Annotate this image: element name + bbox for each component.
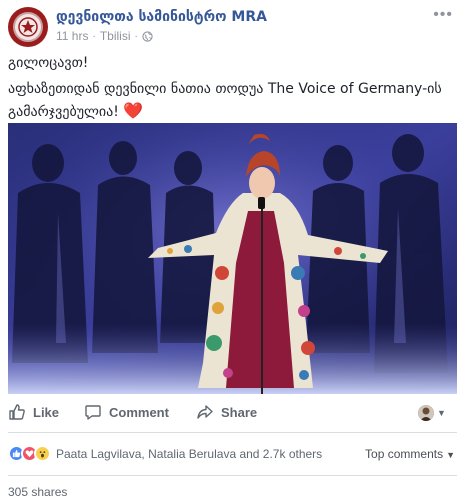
wow-reaction-icon [34,445,51,462]
comment-button[interactable]: Comment [84,403,169,421]
post-location[interactable]: Tbilisi [100,29,131,43]
singer-stage-photo [8,123,457,394]
page-name-link[interactable]: დევნილთა სამინისტრო MRA [56,9,267,25]
post-greeting: გილოცავთ! [8,55,89,71]
page-avatar[interactable] [8,7,48,47]
facebook-post: დევნილთა სამინისტრო MRA 11 hrs · Tbilisi… [0,0,465,502]
share-label: Share [221,404,258,420]
comment-icon [85,405,101,420]
share-button[interactable]: Share [196,403,257,421]
reactions-names[interactable]: Paata Lagvilava, Natalia Berulava and 2.… [56,447,322,461]
post-as-selector[interactable]: ▼ [418,405,446,421]
share-arrow-icon [197,405,213,419]
like-label: Like [33,404,60,420]
post-body-line2: გამარჯვებულია! [8,104,119,120]
comment-label: Comment [109,404,169,420]
shares-count[interactable]: 305 shares [8,485,67,499]
more-options-icon[interactable]: ••• [433,6,453,24]
post-photo[interactable] [8,123,457,394]
ministry-logo [13,12,43,42]
globe-icon[interactable] [142,30,153,42]
comment-sort-label: Top comments [365,447,444,461]
post-text: გილოცავთ! აფხაზეთიდან დევნილი ნათია თოდუ… [8,53,458,128]
post-time[interactable]: 11 hrs [56,29,88,43]
reactions-summary[interactable]: Paata Lagvilava, Natalia Berulava and 2.… [8,445,322,462]
divider [8,432,457,433]
post-meta: 11 hrs · Tbilisi · [56,29,153,43]
viewer-avatar [418,405,434,421]
caret-down-icon: ▼ [446,450,455,460]
post-body-line1: აფხაზეთიდან დევნილი ნათია თოდუა The Voic… [8,81,442,97]
comment-sort-dropdown[interactable]: Top comments ▼ [365,447,455,461]
heart-emoji: ❤️ [123,101,144,120]
post-body: აფხაზეთიდან დევნილი ნათია თოდუა The Voic… [8,79,458,123]
chevron-down-icon: ▼ [437,408,446,418]
divider [8,475,457,476]
thumbs-up-icon [9,404,25,420]
like-button[interactable]: Like [8,403,59,421]
post-actions: Like Comment Share ▼ [0,398,465,430]
